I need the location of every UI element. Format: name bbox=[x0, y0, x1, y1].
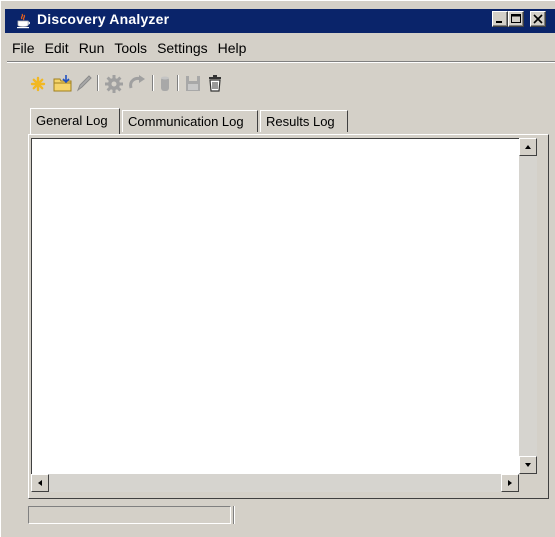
maximize-button[interactable] bbox=[508, 11, 524, 27]
gear-icon bbox=[105, 75, 123, 93]
minimize-icon bbox=[496, 21, 502, 23]
toolbar-divider bbox=[152, 75, 154, 91]
edit-icon bbox=[76, 75, 92, 92]
menu-help[interactable]: Help bbox=[213, 37, 252, 59]
scrollbar-corner bbox=[519, 474, 537, 492]
java-cup-icon bbox=[17, 13, 30, 29]
tab-general-log[interactable]: General Log bbox=[30, 108, 120, 134]
database-icon bbox=[161, 76, 169, 91]
open-icon[interactable] bbox=[53, 73, 73, 93]
new-icon[interactable] bbox=[29, 73, 47, 93]
tab-results-log[interactable]: Results Log bbox=[260, 110, 348, 132]
arrow-left-icon bbox=[38, 480, 42, 486]
application-window: Discovery Analyzer File Edit Run Tools Setti… bbox=[0, 0, 555, 537]
arrow-right-icon bbox=[508, 480, 512, 486]
menu-tools[interactable]: Tools bbox=[109, 37, 152, 59]
refresh-icon bbox=[129, 75, 145, 89]
menu-divider bbox=[7, 61, 555, 63]
menu-settings[interactable]: Settings bbox=[152, 37, 213, 59]
toolbar-divider bbox=[177, 75, 179, 91]
vertical-scrollbar[interactable] bbox=[519, 138, 537, 474]
menu-edit[interactable]: Edit bbox=[40, 37, 74, 59]
minimize-button[interactable] bbox=[492, 11, 508, 27]
arrow-up-icon bbox=[525, 145, 531, 149]
general-log-text-area[interactable] bbox=[31, 138, 519, 474]
arrow-down-icon bbox=[525, 463, 531, 467]
close-button[interactable] bbox=[530, 11, 546, 27]
scroll-up-button[interactable] bbox=[519, 138, 537, 156]
menu-run[interactable]: Run bbox=[74, 37, 110, 59]
menu-bar: File Edit Run Tools Settings Help bbox=[7, 37, 251, 59]
maximize-icon bbox=[511, 14, 521, 23]
status-bar-field bbox=[28, 506, 231, 524]
scroll-right-button[interactable] bbox=[501, 474, 519, 492]
scroll-left-button[interactable] bbox=[31, 474, 49, 492]
scroll-down-button[interactable] bbox=[519, 456, 537, 474]
horizontal-scrollbar[interactable] bbox=[31, 474, 519, 492]
menu-file[interactable]: File bbox=[7, 37, 40, 59]
tab-communication-log[interactable]: Communication Log bbox=[122, 110, 258, 132]
close-icon bbox=[533, 14, 543, 24]
trash-icon[interactable] bbox=[206, 73, 224, 93]
window-title: Discovery Analyzer bbox=[37, 11, 170, 27]
toolbar-divider bbox=[97, 75, 99, 91]
status-bar-divider bbox=[233, 506, 235, 524]
save-icon bbox=[186, 76, 200, 91]
